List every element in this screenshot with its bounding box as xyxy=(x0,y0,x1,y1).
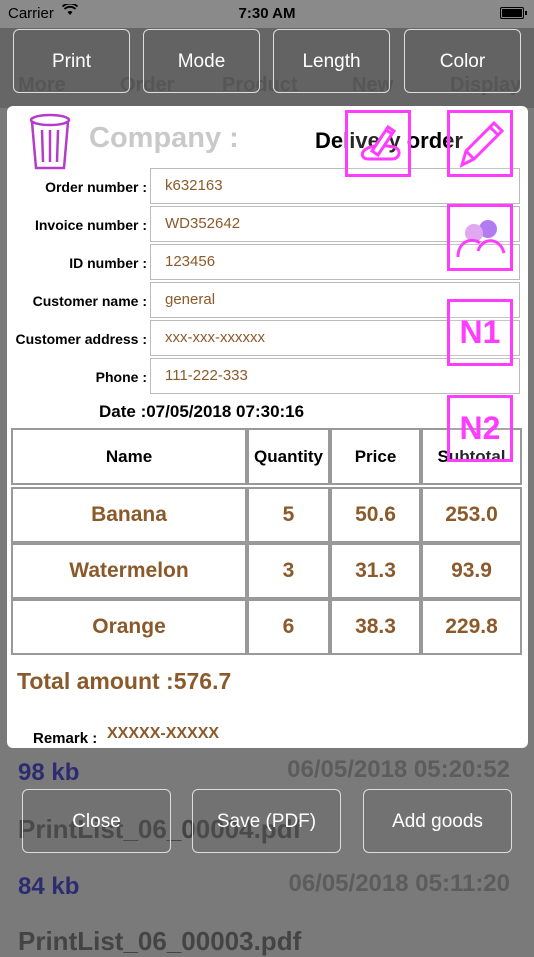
edit-signature-button[interactable] xyxy=(345,110,411,177)
table-cell-price[interactable]: 38.3 xyxy=(330,599,421,655)
table-cell-subtotal: 93.9 xyxy=(421,543,522,599)
status-bar: Carrier 7:30 AM xyxy=(0,0,534,28)
print-button[interactable]: Print xyxy=(13,29,130,93)
table-cell-price[interactable]: 31.3 xyxy=(330,543,421,599)
bg-list-row: 98 kb 06/05/2018 05:20:52 xyxy=(18,756,524,787)
total-amount: Total amount :576.7 xyxy=(17,668,232,694)
trash-icon[interactable] xyxy=(29,112,71,172)
customer-address-value: xxx-xxx-xxxxxx xyxy=(165,329,265,346)
table-cell-price[interactable]: 50.6 xyxy=(330,487,421,543)
table-cell-name[interactable]: Orange xyxy=(11,599,247,655)
length-button[interactable]: Length xyxy=(273,29,390,93)
bg-file-name: PrintList_06_00003.pdf xyxy=(18,926,302,956)
remark-value[interactable]: XXXXX-XXXXX xyxy=(107,725,219,743)
phone-value: 111-222-333 xyxy=(165,367,248,384)
customer-icon xyxy=(450,220,510,272)
table-cell-name[interactable]: Banana xyxy=(11,487,247,543)
mode-button[interactable]: Mode xyxy=(143,29,260,93)
add-goods-button[interactable]: Add goods xyxy=(363,789,512,853)
table-header-quantity: Quantity xyxy=(247,428,330,485)
company-label[interactable]: Company : xyxy=(89,122,239,155)
order-number-value: k632163 xyxy=(165,177,223,194)
close-button[interactable]: Close xyxy=(22,789,171,853)
bg-file-date: 06/05/2018 05:11:20 xyxy=(288,870,510,897)
n2-button[interactable]: N2 xyxy=(447,395,513,462)
n2-label: N2 xyxy=(459,410,501,446)
id-number-value: 123456 xyxy=(165,253,216,270)
table-header-name: Name xyxy=(11,428,247,485)
remark-label: Remark : xyxy=(33,730,98,747)
bg-file-date: 06/05/2018 05:20:52 xyxy=(287,756,510,783)
customer-name-label: Customer name : xyxy=(32,293,147,309)
table-cell-quantity[interactable]: 6 xyxy=(247,599,330,655)
bg-list-row: 84 kb 06/05/2018 05:11:20 xyxy=(18,870,524,901)
status-time: 7:30 AM xyxy=(238,5,296,22)
order-date: Date :07/05/2018 07:30:16 xyxy=(99,402,305,421)
order-number-label: Order number : xyxy=(45,179,147,195)
bg-file-size: 84 kb xyxy=(18,873,80,900)
bg-file-size: 98 kb xyxy=(18,759,80,786)
n1-label: N1 xyxy=(459,314,501,350)
table-header-price: Price xyxy=(330,428,421,485)
table-cell-quantity[interactable]: 3 xyxy=(247,543,330,599)
invoice-number-label: Invoice number : xyxy=(34,217,147,233)
color-button[interactable]: Color xyxy=(404,29,521,93)
phone-label: Phone : xyxy=(95,369,147,385)
customer-button[interactable] xyxy=(447,204,513,271)
edit-button[interactable] xyxy=(447,110,513,177)
customer-name-value: general xyxy=(165,291,216,308)
table-cell-subtotal: 253.0 xyxy=(421,487,522,543)
pencil-icon xyxy=(450,120,510,178)
id-number-label: ID number : xyxy=(69,255,147,271)
customer-address-label: Customer address : xyxy=(15,331,147,347)
bg-list-row: PrintList_06_00003.pdf xyxy=(18,926,524,957)
n1-button[interactable]: N1 xyxy=(447,299,513,366)
table-cell-subtotal: 229.8 xyxy=(421,599,522,655)
edit-signature-icon xyxy=(348,124,408,178)
battery-icon xyxy=(500,7,527,19)
table-cell-name[interactable]: Watermelon xyxy=(11,543,247,599)
table-cell-quantity[interactable]: 5 xyxy=(247,487,330,543)
save-pdf-button[interactable]: Save (PDF) xyxy=(192,789,341,853)
invoice-number-value: WD352642 xyxy=(165,215,241,232)
